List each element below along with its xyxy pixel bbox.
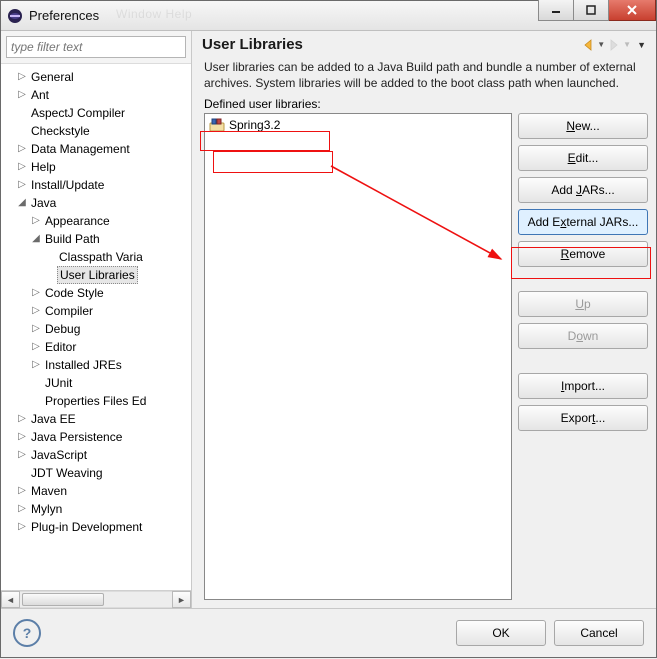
- expand-icon: ▷: [15, 140, 29, 158]
- close-button[interactable]: [609, 0, 656, 21]
- tree-item-plugin-development[interactable]: ▷Plug-in Development: [1, 518, 191, 536]
- filter-input[interactable]: [6, 36, 186, 58]
- expand-icon: ▷: [29, 212, 43, 230]
- tree-item-jdt-weaving[interactable]: JDT Weaving: [1, 464, 191, 482]
- scroll-thumb[interactable]: [22, 593, 104, 606]
- back-icon[interactable]: [581, 38, 595, 52]
- expand-icon: ▷: [15, 482, 29, 500]
- content-row: Spring3.2 New... Edit... Add JARs... Add…: [192, 113, 656, 608]
- window-controls: [538, 1, 656, 30]
- tree-item-install-update[interactable]: ▷Install/Update: [1, 176, 191, 194]
- ok-button[interactable]: OK: [456, 620, 546, 646]
- collapse-icon: ◢: [29, 230, 43, 248]
- tree-horizontal-scrollbar[interactable]: ◄ ►: [1, 590, 191, 608]
- preferences-window: Preferences Window Help ▷General ▷Ant As…: [0, 0, 657, 658]
- left-panel: ▷General ▷Ant AspectJ Compiler Checkstyl…: [1, 31, 192, 608]
- expand-icon: ▷: [29, 320, 43, 338]
- new-button[interactable]: New...: [518, 113, 648, 139]
- add-external-jars-button[interactable]: Add External JARs...: [518, 209, 648, 235]
- dialog-body: ▷General ▷Ant AspectJ Compiler Checkstyl…: [1, 31, 656, 608]
- expand-icon: ▷: [15, 410, 29, 428]
- ghost-menu: Window Help: [116, 7, 192, 21]
- expand-icon: ▷: [15, 428, 29, 446]
- import-button[interactable]: Import...: [518, 373, 648, 399]
- tree-item-java-persistence[interactable]: ▷Java Persistence: [1, 428, 191, 446]
- expand-icon: ▷: [29, 338, 43, 356]
- tree-item-debug[interactable]: ▷Debug: [1, 320, 191, 338]
- buttons-column: New... Edit... Add JARs... Add External …: [518, 113, 648, 600]
- tree-item-javascript[interactable]: ▷JavaScript: [1, 446, 191, 464]
- panel-description: User libraries can be added to a Java Bu…: [192, 55, 656, 97]
- tree-item-editor[interactable]: ▷Editor: [1, 338, 191, 356]
- expand-icon: ▷: [29, 356, 43, 374]
- library-item-label: Spring3.2: [229, 118, 280, 132]
- scroll-right-button[interactable]: ►: [172, 591, 191, 608]
- window-title: Preferences: [29, 8, 538, 23]
- expand-icon: ▷: [15, 176, 29, 194]
- forward-menu-icon: ▼: [623, 40, 631, 49]
- tree-item-properties-files-editor[interactable]: Properties Files Ed: [1, 392, 191, 410]
- cancel-button[interactable]: Cancel: [554, 620, 644, 646]
- help-icon[interactable]: ?: [13, 619, 41, 647]
- tree-item-mylyn[interactable]: ▷Mylyn: [1, 500, 191, 518]
- tree-item-ant[interactable]: ▷Ant: [1, 86, 191, 104]
- eclipse-icon: [7, 8, 23, 24]
- expand-icon: ▷: [29, 284, 43, 302]
- tree-item-java[interactable]: ◢Java: [1, 194, 191, 212]
- tree-item-help[interactable]: ▷Help: [1, 158, 191, 176]
- tree-item-data-management[interactable]: ▷Data Management: [1, 140, 191, 158]
- expand-icon: ▷: [15, 158, 29, 176]
- defined-libraries-label: Defined user libraries:: [192, 97, 656, 113]
- expand-icon: ▷: [29, 302, 43, 320]
- view-menu-icon[interactable]: ▼: [637, 40, 646, 50]
- remove-button[interactable]: Remove: [518, 241, 648, 267]
- add-jars-button[interactable]: Add JARs...: [518, 177, 648, 203]
- expand-icon: ▷: [15, 68, 29, 86]
- tree-item-general[interactable]: ▷General: [1, 68, 191, 86]
- tree-item-junit[interactable]: JUnit: [1, 374, 191, 392]
- export-button[interactable]: Export...: [518, 405, 648, 431]
- tree-item-classpath-vars[interactable]: Classpath Varia: [1, 248, 191, 266]
- expand-icon: ▷: [15, 500, 29, 518]
- collapse-icon: ◢: [15, 194, 29, 212]
- tree-item-java-ee[interactable]: ▷Java EE: [1, 410, 191, 428]
- titlebar: Preferences Window Help: [1, 1, 656, 31]
- panel-heading: User Libraries: [202, 36, 581, 53]
- tree-item-compiler[interactable]: ▷Compiler: [1, 302, 191, 320]
- tree-item-installed-jres[interactable]: ▷Installed JREs: [1, 356, 191, 374]
- right-panel: User Libraries ▼ ▼ ▼ User libraries can …: [192, 31, 656, 608]
- tree-item-code-style[interactable]: ▷Code Style: [1, 284, 191, 302]
- expand-icon: ▷: [15, 86, 29, 104]
- library-item[interactable]: Spring3.2: [205, 114, 511, 136]
- header-nav-icons: ▼ ▼ ▼: [581, 38, 646, 52]
- edit-button[interactable]: Edit...: [518, 145, 648, 171]
- tree-item-maven[interactable]: ▷Maven: [1, 482, 191, 500]
- bottom-bar: ? OK Cancel: [1, 608, 656, 657]
- minimize-button[interactable]: [538, 0, 574, 21]
- forward-icon: [607, 38, 621, 52]
- scroll-track[interactable]: [20, 591, 172, 608]
- maximize-button[interactable]: [574, 0, 609, 21]
- tree-item-appearance[interactable]: ▷Appearance: [1, 212, 191, 230]
- up-button: Up: [518, 291, 648, 317]
- tree-item-aspectj[interactable]: AspectJ Compiler: [1, 104, 191, 122]
- back-menu-icon[interactable]: ▼: [597, 40, 605, 49]
- defined-libraries-list[interactable]: Spring3.2: [204, 113, 512, 600]
- library-icon: [209, 118, 225, 132]
- tree-item-build-path[interactable]: ◢Build Path: [1, 230, 191, 248]
- tree-item-user-libraries[interactable]: User Libraries: [1, 266, 191, 284]
- tree-item-checkstyle[interactable]: Checkstyle: [1, 122, 191, 140]
- preferences-tree[interactable]: ▷General ▷Ant AspectJ Compiler Checkstyl…: [1, 64, 191, 590]
- expand-icon: ▷: [15, 446, 29, 464]
- expand-icon: ▷: [15, 518, 29, 536]
- down-button: Down: [518, 323, 648, 349]
- filter-wrap: [1, 31, 191, 64]
- panel-header: User Libraries ▼ ▼ ▼: [192, 31, 656, 55]
- scroll-left-button[interactable]: ◄: [1, 591, 20, 608]
